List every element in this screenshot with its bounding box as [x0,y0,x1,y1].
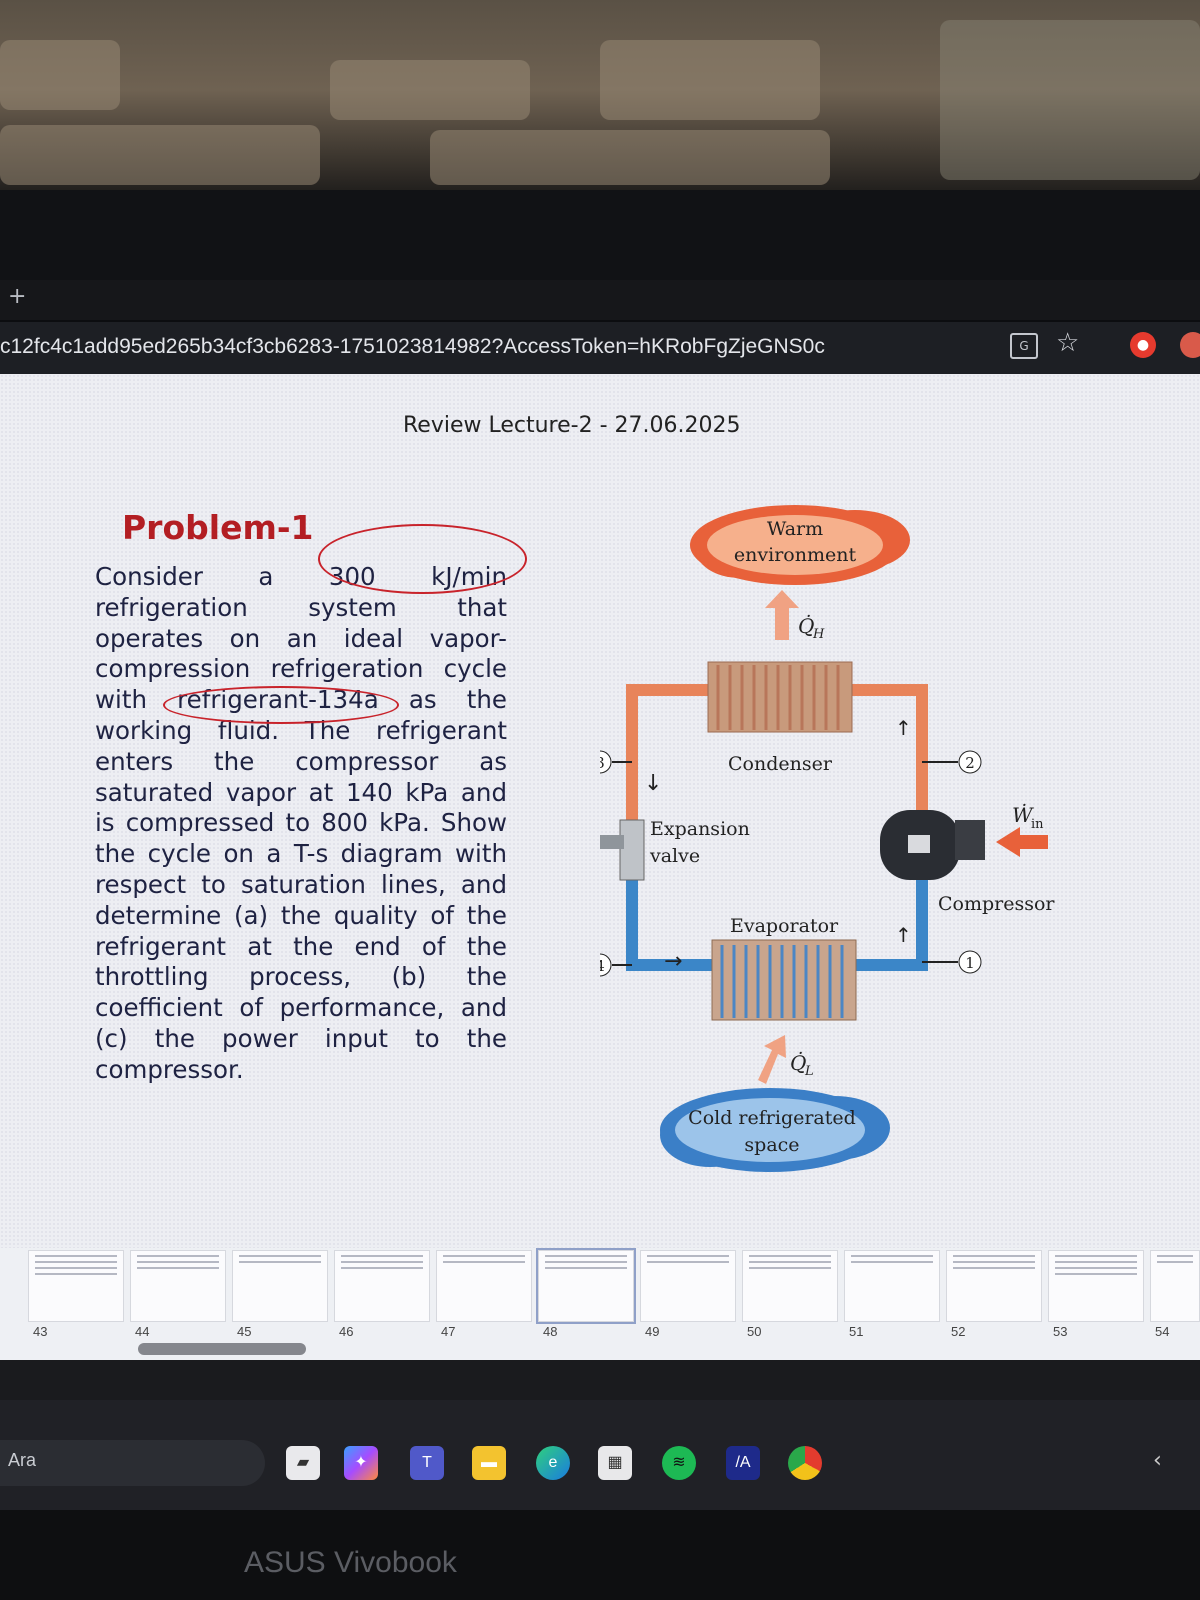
thumbnail-page-selected[interactable] [536,1248,636,1324]
page-number: 44 [135,1324,150,1339]
svg-text:2: 2 [965,754,975,772]
flow-arrow-right: → [664,949,682,974]
cold-space-label: Cold refrigerated [688,1107,856,1129]
spotify-icon[interactable]: ≋ [662,1446,696,1480]
thumbnail-page[interactable] [28,1250,124,1322]
thumbnail-page[interactable] [130,1250,226,1322]
taskbar-search-text[interactable]: Ara [8,1450,36,1471]
page-number: 53 [1053,1324,1068,1339]
file-explorer-icon[interactable]: ▰ [286,1446,320,1480]
store-icon[interactable]: ▦ [598,1446,632,1480]
thumbnail-page[interactable] [640,1250,736,1322]
background-room [0,0,1200,200]
laptop-bezel [0,1510,1200,1600]
page-number: 47 [441,1324,456,1339]
page-number: 51 [849,1324,864,1339]
svg-text:3: 3 [600,754,605,772]
thumbnail-page[interactable] [232,1250,328,1322]
cold-space-cloud [660,1088,890,1172]
expansion-valve-label: Expansion [650,818,750,840]
profile-icon[interactable] [1180,332,1200,358]
chevron-up-icon[interactable]: ‹ [1153,1448,1162,1473]
star-icon[interactable]: ☆ [1056,328,1079,358]
page-number: 43 [33,1324,48,1339]
thumbnail-page[interactable] [946,1250,1042,1322]
extension-icon[interactable]: ● [1130,332,1156,358]
warm-environment-label-2: environment [734,544,857,566]
svg-text:valve: valve [649,845,700,867]
meta-icon[interactable]: /A [726,1446,760,1480]
page-number: 45 [237,1324,252,1339]
svg-text:1: 1 [965,954,975,972]
thumbnail-page[interactable] [742,1250,838,1322]
page-number: 46 [339,1324,354,1339]
translate-icon[interactable]: G [1010,333,1038,359]
cold-space-label-2: space [744,1134,799,1156]
new-tab-button[interactable]: + [8,284,26,309]
condenser-label: Condenser [728,753,833,775]
compressor-label: Compressor [938,893,1055,915]
thumbnail-page[interactable] [436,1250,532,1322]
thumbnail-page[interactable] [1150,1250,1200,1322]
chrome-icon[interactable] [788,1446,822,1480]
svg-text:H: H [812,627,825,642]
teams-icon[interactable]: T [410,1446,444,1480]
handwritten-circle-refrigerant [163,686,399,724]
handwritten-circle-rate [318,524,527,594]
copilot-icon[interactable]: ✦ [344,1446,378,1480]
taskbar-search[interactable] [0,1440,265,1486]
screen-bottom-edge [0,1360,1200,1400]
thumbnail-page[interactable] [844,1250,940,1322]
laptop-brand: ASUS Vivobook [244,1546,457,1579]
hot-pipe [626,684,710,820]
refrigeration-cycle-diagram: Warm environment Q̇ H Condenser Expansio… [600,505,1055,1172]
svg-text:L: L [804,1064,814,1079]
svg-text:↑: ↑ [895,923,912,947]
thumbnail-page[interactable] [1048,1250,1144,1322]
heat-in-arrow [758,1035,786,1084]
page-number: 50 [747,1324,762,1339]
page-number: 54 [1155,1324,1170,1339]
page-number: 49 [645,1324,660,1339]
tab-strip [0,280,1200,320]
evaporator-label: Evaporator [730,915,839,937]
problem-statement: Consider a 300 kJ/min refrigeration syst… [95,562,507,1084]
expansion-valve [619,819,645,881]
page-number: 52 [951,1324,966,1339]
thumbnail-page[interactable] [334,1250,430,1322]
url-text[interactable]: c12fc4c1add95ed265b34cf3cb6283-175102381… [0,335,825,359]
svg-text:in: in [1031,817,1044,832]
thumbnail-scrollbar[interactable] [138,1343,306,1355]
warm-environment-label: Warm [767,518,823,540]
document-title: Review Lecture-2 - 27.06.2025 [403,413,741,438]
qh-label: Q̇ [798,614,814,638]
flow-arrow-down: ↓ [644,771,662,796]
svg-text:4: 4 [600,957,605,975]
hot-pipe-out [850,684,928,820]
heat-out-arrow [765,590,799,640]
cold-pipe-out [854,880,928,971]
svg-text:↑: ↑ [895,716,912,740]
edge-icon[interactable]: e [536,1446,570,1480]
ql-label: Q̇ [790,1051,806,1075]
page-number: 48 [543,1324,558,1339]
problem-title: Problem-1 [122,508,314,547]
folder-icon[interactable]: ▬ [472,1446,506,1480]
